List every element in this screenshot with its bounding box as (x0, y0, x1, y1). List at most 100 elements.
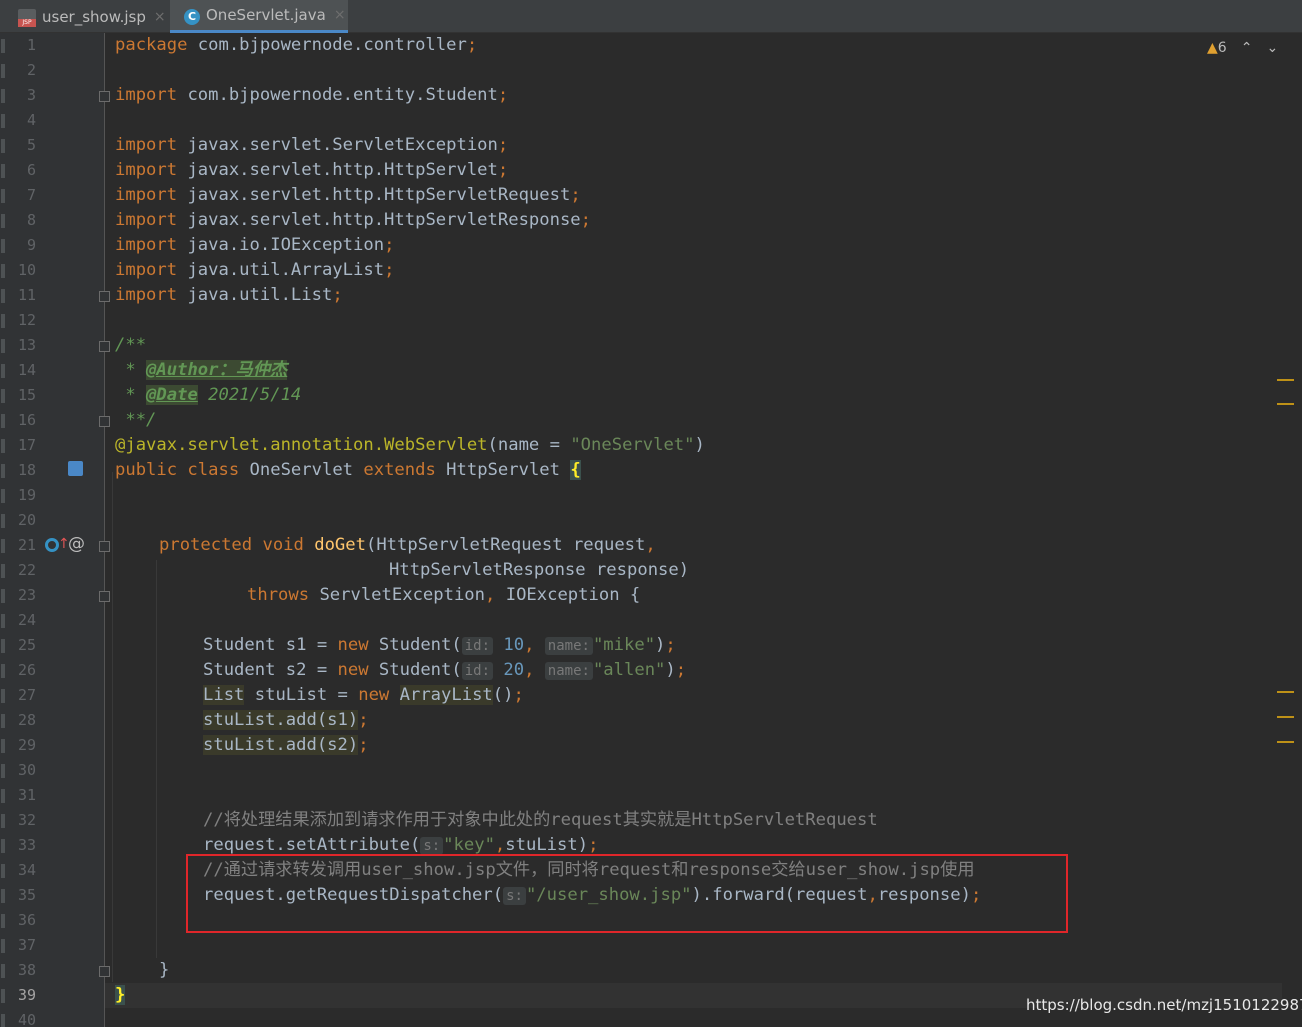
tab-user-show-jsp[interactable]: JSP user_show.jsp × (0, 0, 170, 33)
inspection-widget[interactable]: ▲6 ⌃ ⌄ (1207, 40, 1278, 56)
line-number[interactable]: 31 (8, 783, 36, 808)
code-line-27[interactable]: List stuList = new ArrayList(); (203, 683, 524, 708)
warning-stripe-mark[interactable] (1277, 379, 1294, 381)
next-highlight-button[interactable]: ⌄ (1266, 40, 1278, 56)
line-number[interactable]: 9 (8, 233, 36, 258)
line-number[interactable]: 37 (8, 933, 36, 958)
line-number[interactable]: 12 (8, 308, 36, 333)
line-number[interactable]: 25 (8, 633, 36, 658)
change-marker (1, 539, 5, 553)
line-number[interactable]: 6 (8, 158, 36, 183)
fold-icon[interactable] (99, 91, 110, 102)
line-number[interactable]: 39 (8, 983, 36, 1008)
line-number[interactable]: 23 (8, 583, 36, 608)
close-icon[interactable]: × (334, 7, 346, 23)
line-number[interactable]: 10 (8, 258, 36, 283)
annotation-icon[interactable]: @ (68, 534, 85, 554)
change-marker (1, 389, 5, 403)
line-number[interactable]: 14 (8, 358, 36, 383)
code-line-11[interactable]: import java.util.List; (115, 283, 343, 308)
fold-icon[interactable] (99, 966, 110, 977)
line-number[interactable]: 20 (8, 508, 36, 533)
code-line-8[interactable]: import javax.servlet.http.HttpServletRes… (115, 208, 591, 233)
change-marker (1, 789, 5, 803)
code-line-32[interactable]: //将处理结果添加到请求作用于对象中此处的request其实就是HttpServ… (203, 808, 878, 833)
change-marker (1, 964, 5, 978)
line-number[interactable]: 5 (8, 133, 36, 158)
warning-stripe-mark[interactable] (1277, 403, 1294, 405)
code-line-7[interactable]: import javax.servlet.http.HttpServletReq… (115, 183, 581, 208)
line-number[interactable]: 15 (8, 383, 36, 408)
warning-indicator[interactable]: ▲6 (1207, 40, 1227, 56)
code-line-21[interactable]: protected void doGet(HttpServletRequest … (159, 533, 656, 558)
warning-stripe-mark[interactable] (1277, 741, 1294, 743)
param-hint: id: (461, 637, 494, 655)
code-line-16[interactable]: **/ (115, 408, 156, 433)
warning-stripe-mark[interactable] (1277, 716, 1294, 718)
line-number[interactable]: 16 (8, 408, 36, 433)
change-marker (1, 989, 5, 1003)
code-line-15[interactable]: * @Date 2021/5/14 (115, 383, 301, 408)
line-number[interactable]: 22 (8, 558, 36, 583)
line-number[interactable]: 38 (8, 958, 36, 983)
line-number[interactable]: 1 (8, 33, 36, 58)
code-line-18[interactable]: public class OneServlet extends HttpServ… (115, 458, 581, 483)
line-number[interactable]: 18 (8, 458, 36, 483)
change-marker (1, 164, 5, 178)
close-icon[interactable]: × (154, 9, 166, 25)
code-line-28[interactable]: stuList.add(s1); (203, 708, 369, 733)
line-number[interactable]: 40 (8, 1008, 36, 1027)
line-number[interactable]: 30 (8, 758, 36, 783)
line-number[interactable]: 35 (8, 883, 36, 908)
tab-label: OneServlet.java (206, 6, 326, 24)
code-line-39[interactable]: } (115, 983, 126, 1008)
fold-icon[interactable] (99, 591, 110, 602)
fold-icon[interactable] (99, 291, 110, 302)
line-number[interactable]: 24 (8, 608, 36, 633)
code-line-13[interactable]: /** (115, 333, 146, 358)
code-line-25[interactable]: Student s1 = new Student(id: 10, name: "m… (203, 633, 676, 658)
fold-icon[interactable] (99, 541, 110, 552)
code-line-10[interactable]: import java.util.ArrayList; (115, 258, 394, 283)
change-marker (1, 39, 5, 53)
error-stripe[interactable] (1282, 33, 1302, 1027)
code-line-1[interactable]: package com.bjpowernode.controller; (115, 33, 477, 58)
code-line-5[interactable]: import javax.servlet.ServletException; (115, 133, 508, 158)
line-number[interactable]: 4 (8, 108, 36, 133)
line-number[interactable]: 29 (8, 733, 36, 758)
line-number[interactable]: 28 (8, 708, 36, 733)
code-line-29[interactable]: stuList.add(s2); (203, 733, 369, 758)
fold-icon[interactable] (99, 416, 110, 427)
line-number[interactable]: 36 (8, 908, 36, 933)
line-number[interactable]: 3 (8, 83, 36, 108)
line-number[interactable]: 19 (8, 483, 36, 508)
code-line-26[interactable]: Student s2 = new Student(id: 20, name: "a… (203, 658, 686, 683)
previous-highlight-button[interactable]: ⌃ (1241, 40, 1253, 56)
code-line-14[interactable]: * @Author：马仲杰 (115, 358, 288, 383)
line-number[interactable]: 2 (8, 58, 36, 83)
change-marker (1, 864, 5, 878)
line-number[interactable]: 13 (8, 333, 36, 358)
line-number[interactable]: 17 (8, 433, 36, 458)
line-number[interactable]: 21 (8, 533, 36, 558)
line-number[interactable]: 8 (8, 208, 36, 233)
line-number[interactable]: 32 (8, 808, 36, 833)
code-line-23[interactable]: throws ServletException, IOException { (247, 583, 640, 608)
code-line-9[interactable]: import java.io.IOException; (115, 233, 394, 258)
line-number[interactable]: 11 (8, 283, 36, 308)
line-number[interactable]: 7 (8, 183, 36, 208)
servlet-mapping-icon[interactable] (68, 461, 83, 476)
line-number[interactable]: 34 (8, 858, 36, 883)
warning-stripe-mark[interactable] (1277, 691, 1294, 693)
line-number[interactable]: 26 (8, 658, 36, 683)
code-line-22[interactable]: HttpServletResponse response) (389, 558, 689, 583)
code-line-3[interactable]: import com.bjpowernode.entity.Student; (115, 83, 508, 108)
fold-icon[interactable] (99, 341, 110, 352)
code-line-17[interactable]: @javax.servlet.annotation.WebServlet(nam… (115, 433, 705, 458)
line-number[interactable]: 33 (8, 833, 36, 858)
line-number[interactable]: 27 (8, 683, 36, 708)
code-line-6[interactable]: import javax.servlet.http.HttpServlet; (115, 158, 508, 183)
code-line-38[interactable]: } (159, 958, 169, 983)
change-marker (1, 239, 5, 253)
override-method-icon[interactable] (45, 538, 59, 552)
